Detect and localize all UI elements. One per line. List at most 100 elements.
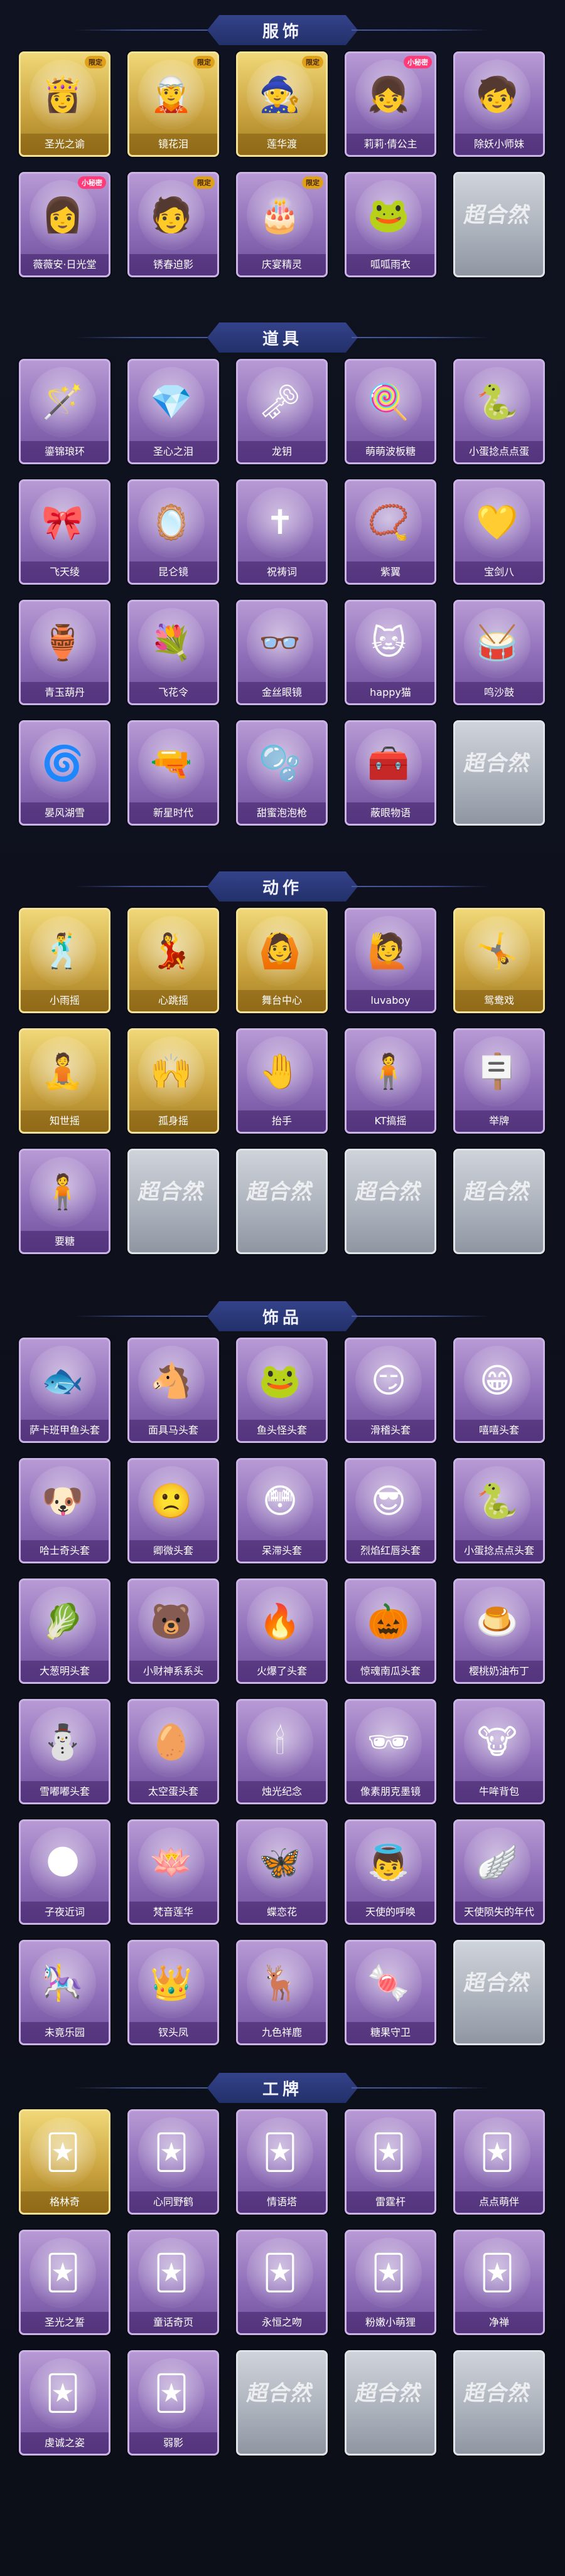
item-card[interactable]: 🪧 举牌 [453, 1028, 545, 1134]
item-card[interactable]: 🃏 心同野鹤 [127, 2109, 219, 2215]
item-card[interactable]: 🥁 鸣沙鼓 [453, 600, 545, 705]
empty-slot[interactable]: 超合然 [453, 2350, 545, 2456]
item-card[interactable]: 🎠 未竟乐园 [19, 1940, 110, 2045]
item-card[interactable]: 🪞 昆仑镜 [127, 479, 219, 585]
item-card[interactable]: 🧙 限定 莲华渡 [236, 51, 328, 157]
header-divider [352, 2087, 490, 2089]
item-card[interactable]: 🔥 火爆了头套 [236, 1578, 328, 1684]
item-label: 净禅 [455, 2312, 543, 2333]
empty-slot[interactable]: 超合然 [345, 2350, 436, 2456]
item-card[interactable]: 🏺 青玉葫丹 [19, 600, 110, 705]
item-card[interactable]: 🕯 烛光纪念 [236, 1699, 328, 1804]
item-card[interactable]: 🐍 小蛋捻点点头套 [453, 1458, 545, 1563]
item-card[interactable]: 🪄 鎏锦琅环 [19, 359, 110, 464]
item-card[interactable]: 🕺 小雨摇 [19, 908, 110, 1013]
section-header: 服饰 [0, 13, 565, 48]
item-card[interactable]: 🥬 大葱明头套 [19, 1578, 110, 1684]
item-card[interactable]: 🃏 虔诚之姿 [19, 2350, 110, 2456]
item-card[interactable]: 🐻 小财神系系头 [127, 1578, 219, 1684]
item-card[interactable]: 😁 嘻嘻头套 [453, 1338, 545, 1443]
item-card[interactable]: 🃏 永恒之吻 [236, 2230, 328, 2335]
item-card[interactable]: 🧑 限定 锈春迫影 [127, 172, 219, 277]
item-card[interactable]: 🌀 晏风湖雪 [19, 720, 110, 826]
item-card[interactable]: 🃏 童话奇页 [127, 2230, 219, 2335]
item-card[interactable]: 🤚 抬手 [236, 1028, 328, 1134]
empty-slot[interactable]: 超合然 [453, 172, 545, 277]
item-card[interactable]: 🗝 龙钥 [236, 359, 328, 464]
item-art-icon: 🃏 [138, 2238, 205, 2308]
item-card[interactable]: 🧍 要糖 [19, 1149, 110, 1254]
item-art-icon: 🫧 [247, 728, 313, 799]
item-label: 鱼头怪头套 [238, 1420, 326, 1441]
item-card[interactable]: 🐸 鱼头怪头套 [236, 1338, 328, 1443]
item-card[interactable]: 🐴 面具马头套 [127, 1338, 219, 1443]
item-card[interactable]: 🃏 雷霆杆 [345, 2109, 436, 2215]
empty-slot[interactable]: 超合然 [236, 1149, 328, 1254]
item-card[interactable]: 🙋 luvaboy [345, 908, 436, 1013]
item-card[interactable]: 🙁 卿微头套 [127, 1458, 219, 1563]
item-card[interactable]: 🎃 惊魂南瓜头套 [345, 1578, 436, 1684]
item-card[interactable]: 🃏 情语塔 [236, 2109, 328, 2215]
item-card[interactable]: 💃 心跳摇 [127, 908, 219, 1013]
item-card[interactable]: 🤸 鸳鸯戏 [453, 908, 545, 1013]
item-label: 滑稽头套 [347, 1420, 434, 1441]
item-label: 鸳鸯戏 [455, 990, 543, 1011]
empty-slot[interactable]: 超合然 [453, 1940, 545, 2045]
item-card[interactable]: 🥚 太空蛋头套 [127, 1699, 219, 1804]
item-card[interactable]: 📿 紫翼 [345, 479, 436, 585]
item-card[interactable]: 🦌 九色祥鹿 [236, 1940, 328, 2045]
empty-slot[interactable]: 超合然 [236, 2350, 328, 2456]
item-card[interactable]: 🍮 樱桃奶油布丁 [453, 1578, 545, 1684]
item-card[interactable]: 🐟 萨卡班甲鱼头套 [19, 1338, 110, 1443]
empty-slot[interactable]: 超合然 [453, 1149, 545, 1254]
empty-slot[interactable]: 超合然 [127, 1149, 219, 1254]
item-label: 心跳摇 [129, 990, 217, 1011]
item-card[interactable]: 🧍 KT搞摇 [345, 1028, 436, 1134]
item-card[interactable]: 👧 小秘密 莉莉·倩公主 [345, 51, 436, 157]
item-card[interactable]: 🌑 子夜近词 [19, 1819, 110, 1925]
item-card[interactable]: 💛 宝剑八 [453, 479, 545, 585]
item-card[interactable]: 🐮 牛哞背包 [453, 1699, 545, 1804]
item-card[interactable]: 👸 限定 圣光之谕 [19, 51, 110, 157]
item-card[interactable]: 🍬 糖果守卫 [345, 1940, 436, 2045]
item-card[interactable]: 🧰 蔽眼物语 [345, 720, 436, 826]
item-card[interactable]: 😎 烈焰红唇头套 [345, 1458, 436, 1563]
item-card[interactable]: 🍭 萌萌波板糖 [345, 359, 436, 464]
item-card[interactable]: 🦋 蝶恋花 [236, 1819, 328, 1925]
item-card[interactable]: 🪷 梵音莲华 [127, 1819, 219, 1925]
item-card[interactable]: 👼 天使的呼唤 [345, 1819, 436, 1925]
item-card[interactable]: ✝ 祝祷词 [236, 479, 328, 585]
item-card[interactable]: 🫧 甜蜜泡泡枪 [236, 720, 328, 826]
item-card[interactable]: 💐 飞花令 [127, 600, 219, 705]
item-card[interactable]: 🃏 净禅 [453, 2230, 545, 2335]
item-card[interactable]: 🃏 圣光之誓 [19, 2230, 110, 2335]
item-card[interactable]: 🃏 点点萌伴 [453, 2109, 545, 2215]
empty-slot[interactable]: 超合然 [345, 1149, 436, 1254]
item-card[interactable]: 🃏 格林奇 [19, 2109, 110, 2215]
item-card[interactable]: 🙆 舞台中心 [236, 908, 328, 1013]
item-card[interactable]: 🔫 新星时代 [127, 720, 219, 826]
empty-slot[interactable]: 超合然 [453, 720, 545, 826]
item-card[interactable]: 🐶 哈士奇头套 [19, 1458, 110, 1563]
item-card[interactable]: 🐸 呱呱雨衣 [345, 172, 436, 277]
item-card[interactable]: ⛄ 雪嘟嘟头套 [19, 1699, 110, 1804]
item-card[interactable]: 🃏 粉嫩小萌狸 [345, 2230, 436, 2335]
item-card[interactable]: 🧒 除妖小师妹 [453, 51, 545, 157]
item-card[interactable]: 🪽 天使陨失的年代 [453, 1819, 545, 1925]
item-card[interactable]: 🧝 限定 镜花泪 [127, 51, 219, 157]
item-card[interactable]: 😳 呆滞头套 [236, 1458, 328, 1563]
item-card[interactable]: 👓 金丝眼镜 [236, 600, 328, 705]
item-card[interactable]: 💎 圣心之泪 [127, 359, 219, 464]
item-card[interactable]: 🕶 像素朋克墨镜 [345, 1699, 436, 1804]
item-card[interactable]: 🎂 限定 庆宴精灵 [236, 172, 328, 277]
item-card[interactable]: 🙌 孤身摇 [127, 1028, 219, 1134]
item-card[interactable]: 🃏 弱影 [127, 2350, 219, 2456]
item-card[interactable]: 🐱 happy猫 [345, 600, 436, 705]
item-card[interactable]: 👑 钗头凤 [127, 1940, 219, 2045]
item-card[interactable]: 🐍 小蛋捻点点蛋 [453, 359, 545, 464]
item-art-icon: 🃏 [355, 2238, 422, 2308]
item-card[interactable]: 🧘 知世摇 [19, 1028, 110, 1134]
item-card[interactable]: 👩 小秘密 薇薇安·日光堂 [19, 172, 110, 277]
item-card[interactable]: 🎀 飞天绫 [19, 479, 110, 585]
item-card[interactable]: 😏 滑稽头套 [345, 1338, 436, 1443]
